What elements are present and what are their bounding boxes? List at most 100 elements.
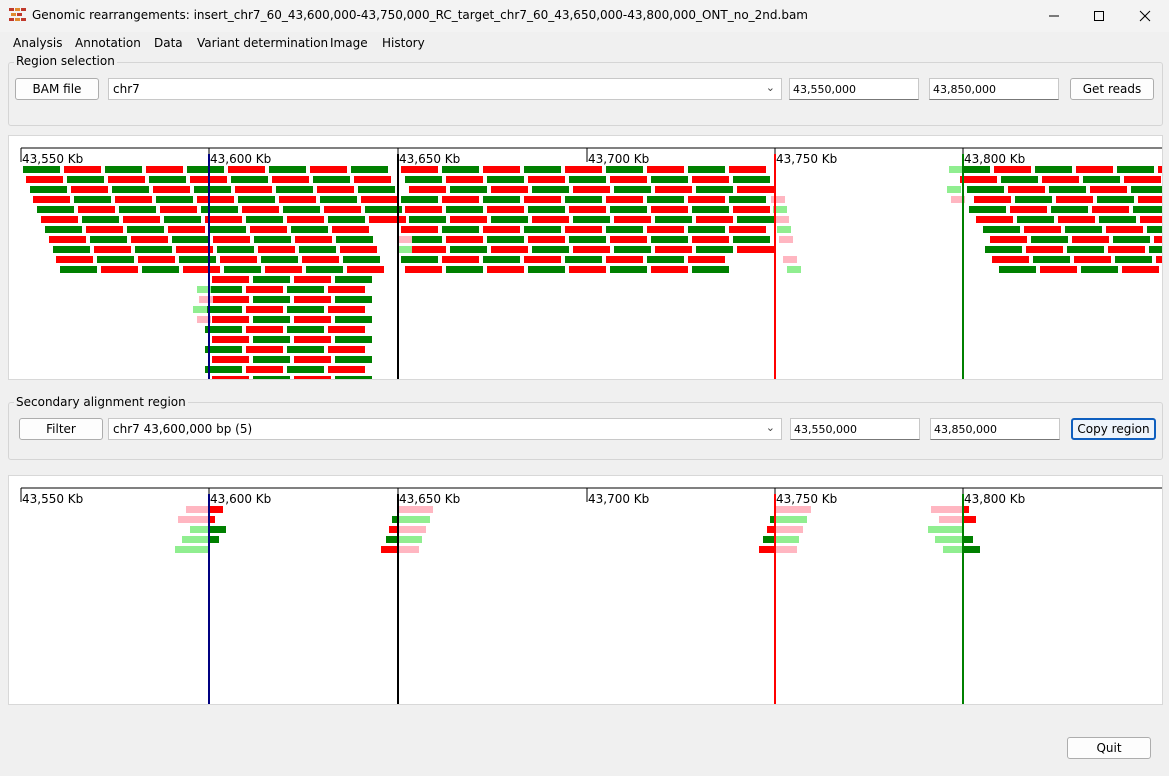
close-icon[interactable] [1122,0,1168,32]
read [127,226,164,233]
read [287,306,324,313]
tick-label: 43,550 Kb [22,492,83,506]
secondary-region-select[interactable]: chr7 43,600,000 bp (5) ⌄ [108,418,782,440]
menu-history[interactable]: History [382,36,425,50]
read [1081,266,1118,273]
read [647,166,684,173]
read [1049,186,1086,193]
read [524,256,561,263]
read [205,216,242,223]
read [960,176,997,183]
menu-image[interactable]: Image [330,36,368,50]
quit-button[interactable]: Quit [1067,737,1151,759]
secondary-read [190,526,209,533]
read [328,326,365,333]
secondary-read [763,536,775,543]
menu-data[interactable]: Data [154,36,183,50]
read [335,376,372,379]
clipped-read [771,196,785,203]
secondary-end-field[interactable]: 43,850,000 [930,418,1060,440]
secondary-read [963,516,976,523]
menu-annotation[interactable]: Annotation [75,36,141,50]
maximize-icon[interactable] [1076,0,1122,32]
read [119,206,156,213]
region-end-field[interactable]: 43,850,000 [929,78,1059,100]
secondary-alignment-panel[interactable]: 43,550 Kb 43,600 Kb 43,650 Kb 43,700 Kb 43,7… [8,475,1163,705]
read [737,216,774,223]
clipped-read [947,186,961,193]
secondary-read [175,546,209,553]
read [405,176,442,183]
chromosome-select[interactable]: chr7 ⌄ [108,78,782,100]
read [224,266,261,273]
secondary-read [775,516,807,523]
get-reads-button[interactable]: Get reads [1070,78,1154,100]
read [287,216,324,223]
read [287,286,324,293]
secondary-read [178,516,209,523]
secondary-start-field[interactable]: 43,550,000 [790,418,920,440]
read [253,276,290,283]
region-start-field[interactable]: 43,550,000 [789,78,919,100]
read [976,216,1013,223]
read [610,176,647,183]
secondary-read [209,526,226,533]
read [1106,226,1143,233]
tick-label: 43,700 Kb [588,152,649,166]
read [67,176,104,183]
read [265,266,302,273]
read [688,166,725,173]
read [1008,186,1045,193]
read [1113,236,1150,243]
read [212,376,249,379]
read [253,336,290,343]
primary-alignment-panel[interactable]: 43,550 Kb 43,600 Kb 43,650 Kb 43,700 Kb 43,7… [8,135,1163,380]
read [729,166,766,173]
read [696,246,733,253]
read [401,196,438,203]
clipped-read [775,216,789,223]
read [336,236,373,243]
read [324,206,361,213]
read [528,206,565,213]
read [1051,206,1088,213]
read [1147,226,1162,233]
read [974,196,1011,203]
read [487,236,524,243]
read [442,226,479,233]
read [409,216,446,223]
read [328,366,365,373]
read [340,246,377,253]
chevron-down-icon: ⌄ [765,421,775,434]
minimize-icon[interactable] [1031,0,1077,32]
read [967,186,1004,193]
read [294,336,331,343]
read [172,236,209,243]
read [532,246,569,253]
read [246,286,283,293]
read [491,216,528,223]
read [86,226,123,233]
secondary-read [389,526,398,533]
read [138,256,175,263]
read [647,196,684,203]
copy-region-button[interactable]: Copy region [1071,418,1156,440]
read [209,226,246,233]
filter-button[interactable]: Filter [19,418,103,440]
secondary-read [386,536,398,543]
read [614,186,651,193]
read [733,176,770,183]
read [205,306,242,313]
menu-analysis[interactable]: Analysis [13,36,62,50]
read [1017,216,1054,223]
menu-variant-determination[interactable]: Variant determination [197,36,328,50]
menu-bar: Analysis Annotation Data Variant determi… [0,32,1169,54]
bam-file-button[interactable]: BAM file [15,78,99,100]
read [94,246,131,253]
read [287,366,324,373]
read [569,266,606,273]
read [135,246,172,253]
read [217,246,254,253]
read [37,206,74,213]
read [651,206,688,213]
